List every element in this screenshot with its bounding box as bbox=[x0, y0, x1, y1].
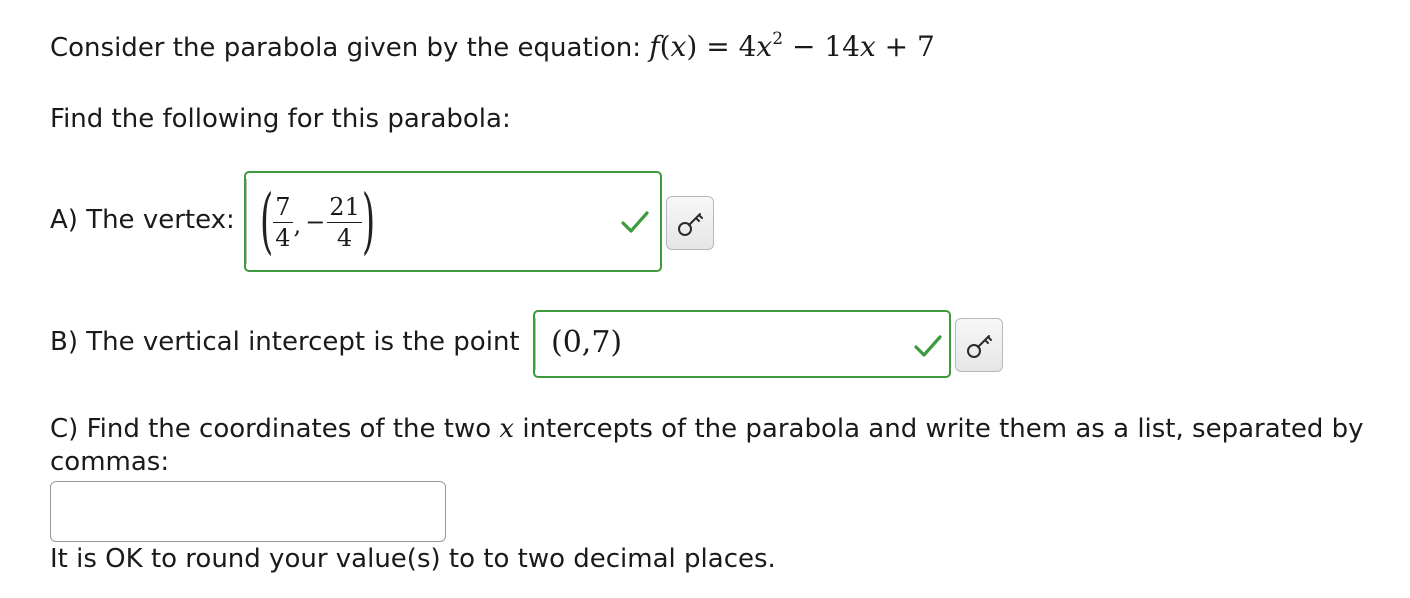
field-cursor-bar bbox=[246, 179, 247, 264]
key-icon bbox=[967, 335, 992, 358]
vertex-y-fraction: 21 4 bbox=[327, 192, 362, 252]
vertex-answer-field[interactable]: ( 74 , − 21 4 ) bbox=[244, 171, 662, 272]
part-c-label-line2: commas: bbox=[50, 447, 170, 477]
vertical-intercept-field[interactable]: (0,7) bbox=[533, 310, 951, 378]
vertex-answer-value: ( 74 , − 21 4 ) bbox=[260, 180, 376, 264]
x-intercepts-input[interactable] bbox=[50, 481, 446, 542]
equation: f(x) = 4x2 − 14x + 7 bbox=[649, 29, 935, 63]
rounding-note: It is OK to round your value(s) to to tw… bbox=[50, 544, 776, 574]
part-c-label: C) Find the coordinates of the two x int… bbox=[50, 414, 1364, 444]
vertical-intercept-value: (0,7) bbox=[551, 325, 623, 360]
vertex-x-fraction: 74 bbox=[273, 192, 293, 252]
instruction-text: Find the following for this parabola: bbox=[50, 104, 511, 134]
part-b-label: B) The vertical intercept is the point bbox=[50, 327, 520, 357]
check-icon bbox=[621, 211, 649, 233]
check-icon bbox=[914, 335, 942, 357]
problem-statement: Consider the parabola given by the equat… bbox=[50, 30, 935, 64]
part-a-label: A) The vertex: bbox=[50, 205, 235, 235]
field-cursor-bar bbox=[535, 318, 536, 370]
answer-key-button[interactable] bbox=[955, 318, 1003, 372]
key-icon bbox=[678, 213, 703, 236]
intro-text: Consider the parabola given by the equat… bbox=[50, 33, 650, 63]
answer-key-button[interactable] bbox=[666, 196, 714, 250]
